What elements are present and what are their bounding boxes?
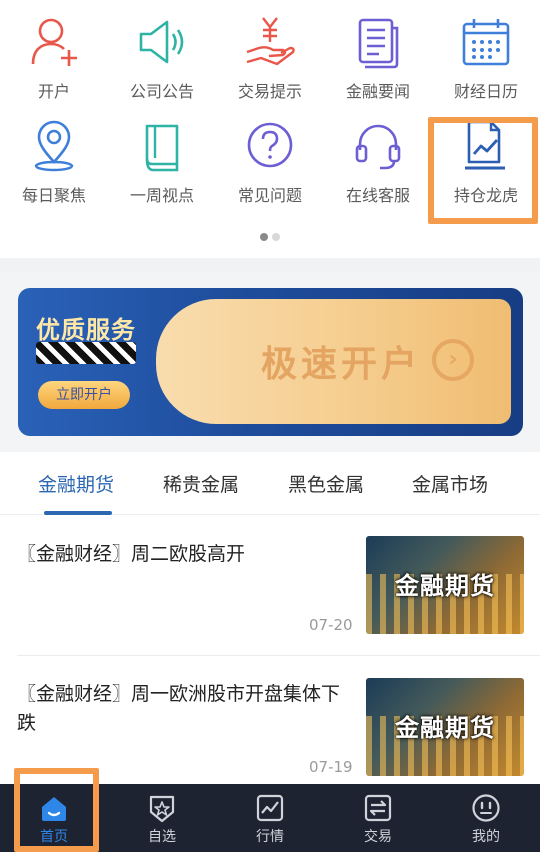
- nav-label: 自选: [148, 829, 176, 845]
- app-home-page: 开户 公司公告 交易提示 金融要闻 财经日历 每日聚焦 一周视点 常见问题 在线…: [0, 0, 540, 852]
- news-item[interactable]: 〖金融财经〗周一欧洲股市开盘集体下跌 07-19 金融期货: [0, 656, 540, 784]
- redacted-text: [36, 342, 136, 364]
- news-item[interactable]: 〖金融财经〗周二欧股高开 07-20 金融期货: [0, 516, 540, 656]
- thumbnail-text: 金融期货: [395, 714, 495, 742]
- open-account-banner[interactable]: 优质服务 立即开户 极速开户 ›: [18, 288, 523, 436]
- entry-faq[interactable]: 常见问题: [216, 118, 324, 222]
- location-pin-icon: [34, 120, 74, 172]
- section-divider: [0, 258, 540, 272]
- tab-precious-metals[interactable]: 稀贵金属: [163, 470, 239, 497]
- page-indicator: [0, 226, 540, 245]
- news-date: 07-19: [309, 758, 353, 776]
- thumbnail-text: 金融期货: [395, 572, 495, 600]
- entry-label: 常见问题: [237, 186, 302, 205]
- news-title: 〖金融财经〗周二欧股高开: [17, 543, 246, 565]
- nav-label: 我的: [472, 829, 500, 845]
- tab-ferrous-metals[interactable]: 黑色金属: [288, 470, 364, 497]
- quick-entry-grid: 开户 公司公告 交易提示 金融要闻 财经日历 每日聚焦 一周视点 常见问题 在线…: [0, 0, 540, 258]
- news-thumbnail: 金融期货: [366, 536, 524, 634]
- entry-weekly-view[interactable]: 一周视点: [108, 118, 216, 222]
- entry-label: 开户: [37, 82, 70, 101]
- megaphone-icon: [139, 20, 184, 64]
- tab-finance-futures[interactable]: 金融期货: [38, 470, 114, 497]
- entry-finance-calendar[interactable]: 财经日历: [432, 14, 540, 118]
- page-dot[interactable]: [272, 233, 280, 241]
- entry-open-account[interactable]: 开户: [0, 14, 108, 118]
- entry-trade-tips[interactable]: 交易提示: [216, 14, 324, 118]
- exchange-icon: [364, 794, 392, 822]
- entry-label: 财经日历: [453, 82, 518, 101]
- money-hand-icon: [246, 17, 295, 66]
- active-tab-indicator: [44, 511, 112, 515]
- market-chart-icon: [256, 794, 284, 822]
- nav-mine[interactable]: 我的: [432, 784, 540, 852]
- category-tabs: 金融期货 稀贵金属 黑色金属 金属市场: [0, 452, 540, 515]
- entry-company-notice[interactable]: 公司公告: [108, 14, 216, 118]
- entry-label: 金融要闻: [345, 82, 410, 101]
- chevron-right-icon[interactable]: ›: [432, 339, 474, 381]
- headset-icon: [355, 124, 401, 170]
- entry-finance-news[interactable]: 金融要闻: [324, 14, 432, 118]
- banner-main-text: 极速开户: [261, 344, 422, 385]
- banner-gold-panel: 极速开户 ›: [156, 299, 511, 424]
- news-thumbnail: 金融期货: [366, 678, 524, 776]
- profile-face-icon: [472, 794, 500, 822]
- page-dot[interactable]: [260, 233, 268, 241]
- entry-label: 每日聚焦: [21, 186, 86, 205]
- entry-label: 在线客服: [345, 186, 410, 205]
- entry-daily-focus[interactable]: 每日聚焦: [0, 118, 108, 222]
- news-date: 07-20: [309, 616, 353, 634]
- nav-trade[interactable]: 交易: [324, 784, 432, 852]
- nav-market[interactable]: 行情: [216, 784, 324, 852]
- book-icon: [145, 124, 179, 172]
- banner-title: 优质服务: [36, 316, 136, 344]
- entry-label: 公司公告: [129, 82, 194, 101]
- nav-label: 交易: [364, 829, 392, 845]
- highlight-box: [14, 768, 99, 852]
- entry-label: 交易提示: [237, 82, 302, 101]
- entry-online-service[interactable]: 在线客服: [324, 118, 432, 222]
- star-shield-icon: [149, 795, 175, 823]
- highlight-box: [428, 117, 538, 224]
- tab-metal-market[interactable]: 金属市场: [412, 470, 488, 497]
- news-title: 〖金融财经〗周一欧洲股市开盘集体下跌: [17, 683, 341, 734]
- nav-label: 行情: [256, 829, 284, 845]
- nav-watchlist[interactable]: 自选: [108, 784, 216, 852]
- news-doc-icon: [358, 18, 399, 69]
- user-add-icon: [31, 18, 77, 66]
- banner-section: 优质服务 立即开户 极速开户 ›: [0, 272, 540, 452]
- question-icon: [247, 122, 293, 168]
- calendar-icon: [462, 19, 510, 66]
- open-now-button[interactable]: 立即开户: [38, 381, 130, 409]
- entry-label: 一周视点: [129, 186, 194, 205]
